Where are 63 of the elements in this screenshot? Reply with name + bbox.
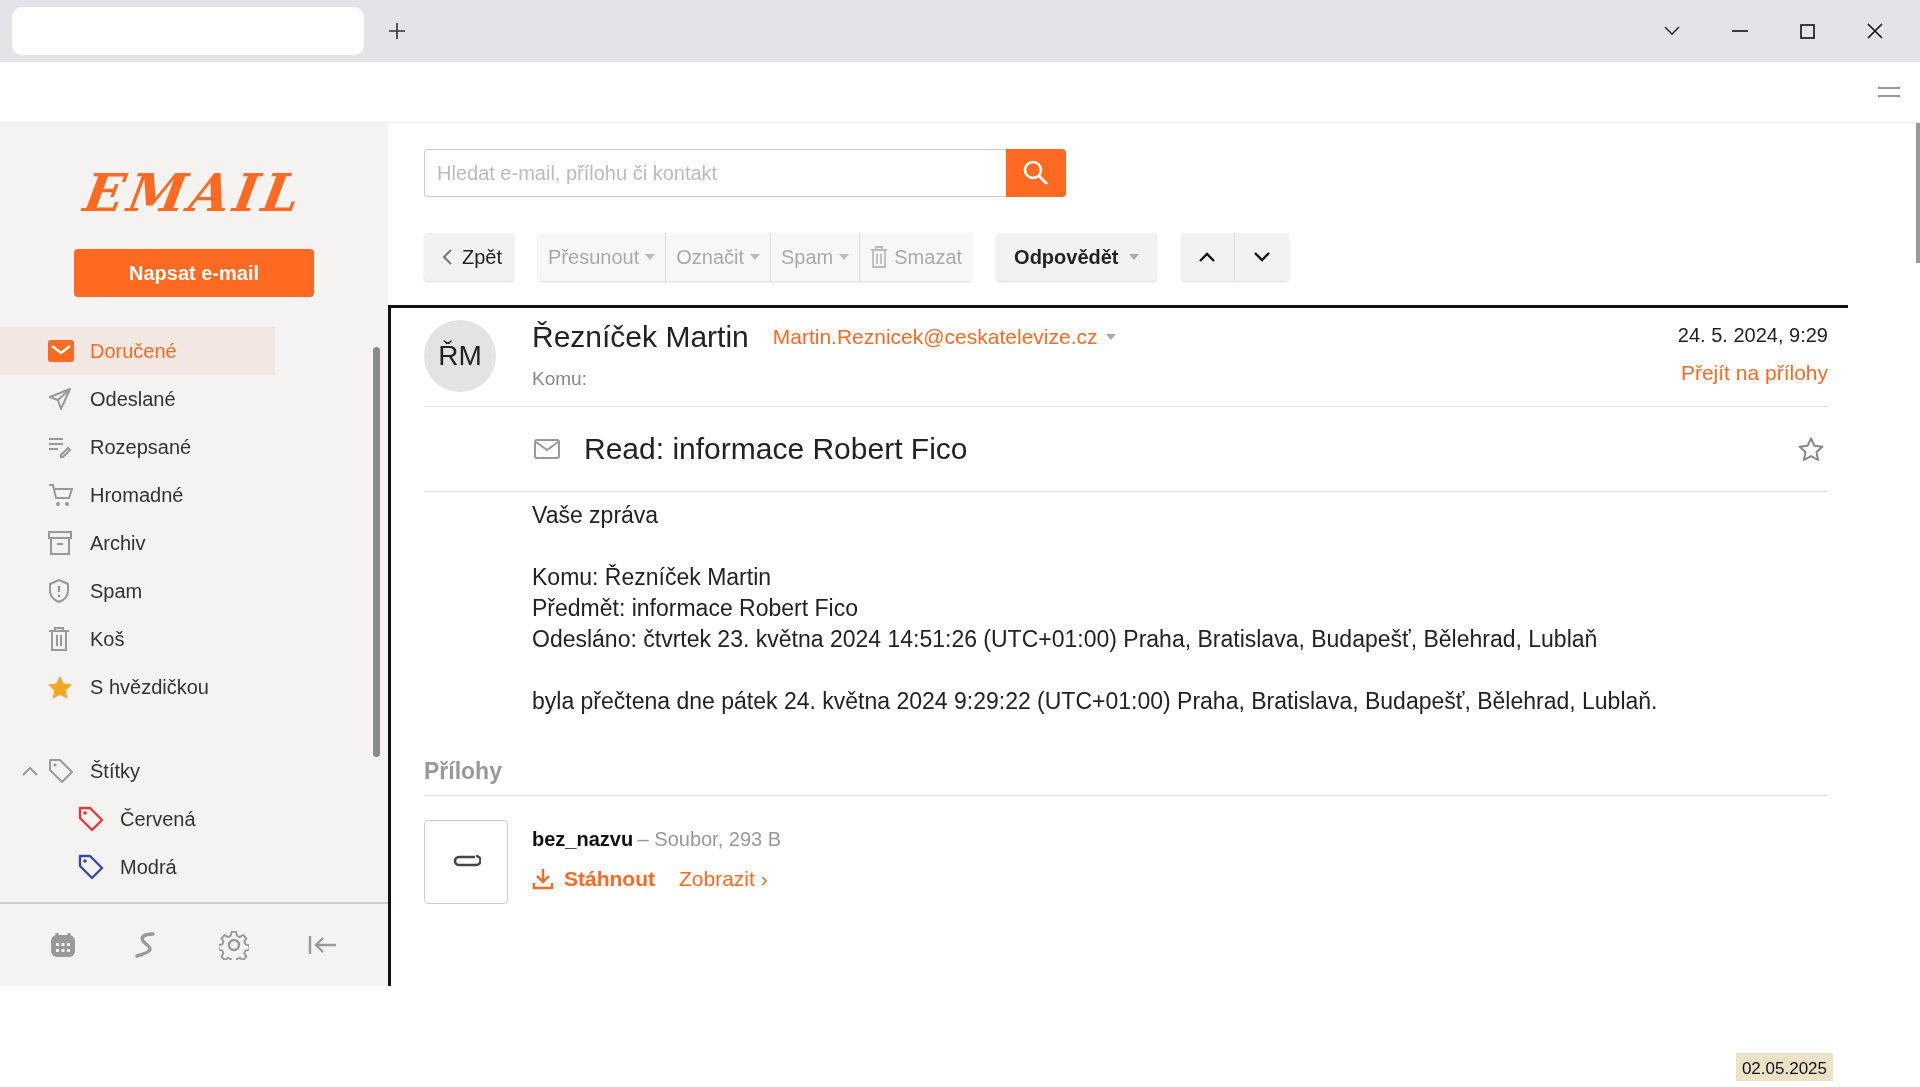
sender-name: Řezníček Martin: [532, 320, 749, 354]
folder-item[interactable]: Archiv: [0, 519, 275, 567]
label-item[interactable]: Červená: [0, 795, 305, 843]
attachment-thumbnail[interactable]: [424, 820, 508, 904]
close-icon[interactable]: [1867, 23, 1883, 39]
back-button[interactable]: Zpět: [424, 233, 515, 281]
reply-button[interactable]: Odpovědět: [996, 233, 1157, 281]
attachment-name: bez_nazvu: [532, 828, 634, 850]
attachments-heading: Přílohy: [424, 748, 1828, 796]
archive-box-icon: [48, 531, 72, 555]
folder-item[interactable]: S hvězdičkou: [0, 663, 275, 711]
new-tab-icon[interactable]: [388, 22, 406, 40]
date-stamp: 02.05.2025: [1735, 1053, 1833, 1081]
folder-item[interactable]: Odeslané: [0, 375, 275, 423]
menu-icon[interactable]: [1878, 87, 1900, 97]
chevron-down-icon: [1253, 252, 1270, 262]
caret-icon: [839, 254, 850, 260]
tag-icon: [48, 758, 74, 784]
chevron-left-icon: [442, 249, 452, 265]
maximize-icon[interactable]: [1800, 23, 1815, 39]
collapse-icon[interactable]: [308, 935, 339, 955]
search-icon: [1023, 160, 1049, 186]
next-button[interactable]: [1234, 233, 1289, 281]
message-text: byla přečtena dne pátek 24. května 2024 9:29:22 (UTC+01:00) Praha, Bratislava, Budapešť, Bělehrad, Lublaň.: [532, 687, 1659, 716]
attachment-info: – Soubor, 293 B: [637, 828, 782, 850]
search-button[interactable]: [1006, 149, 1066, 197]
scrollbar[interactable]: [1916, 123, 1920, 263]
lines-pencil-icon: [48, 436, 72, 458]
message-text: Vaše zpráva: [532, 501, 660, 530]
sender-avatar: ŘM: [424, 320, 496, 392]
trash-icon: [870, 246, 889, 268]
cart-icon: [48, 483, 74, 507]
message-text: Odesláno: čtvrtek 23. května 2024 14:51:26 (UTC+01:00) Praha, Bratislava, Budapešť, Bělehrad, Lublaň: [532, 625, 1599, 654]
previous-button[interactable]: [1180, 233, 1235, 281]
envelope-icon: [534, 439, 560, 459]
recipient-label: Komu:: [532, 368, 588, 390]
caret-icon: [22, 766, 38, 776]
envelope-icon: [48, 340, 74, 362]
folder-item[interactable]: Koš: [0, 615, 275, 663]
chevron-down-icon[interactable]: [1664, 26, 1680, 36]
message-text: Komu: Řezníček Martin: [532, 563, 773, 592]
caret-icon: [1128, 254, 1139, 260]
message-date: 24. 5. 2024, 9:29: [1677, 324, 1828, 347]
caret-icon[interactable]: [1105, 334, 1116, 340]
calendar-icon[interactable]: [49, 932, 76, 958]
caret-icon: [750, 254, 760, 260]
folder-item[interactable]: Rozepsané: [0, 423, 275, 471]
shield-icon: [48, 579, 70, 603]
settings-icon[interactable]: [218, 930, 249, 960]
message-text: Předmět: informace Robert Fico: [532, 594, 859, 623]
label-item[interactable]: Modrá: [0, 843, 305, 891]
labels-item[interactable]: Štítky: [0, 747, 249, 795]
download-icon: [532, 868, 554, 890]
paper-plane-icon: [48, 388, 72, 410]
folder-item[interactable]: Hromadné: [0, 471, 275, 519]
search-field[interactable]: Hledat e-mail, přílohu či kontakt: [424, 149, 1006, 197]
chevron-up-icon: [1199, 252, 1216, 262]
message-subject: Read: informace Robert Fico: [584, 432, 969, 466]
trash-icon: [48, 627, 70, 651]
star-icon[interactable]: [1798, 436, 1824, 462]
folder-item[interactable]: Spam: [0, 567, 275, 615]
star-icon: [48, 675, 72, 699]
caret-icon: [645, 254, 656, 260]
